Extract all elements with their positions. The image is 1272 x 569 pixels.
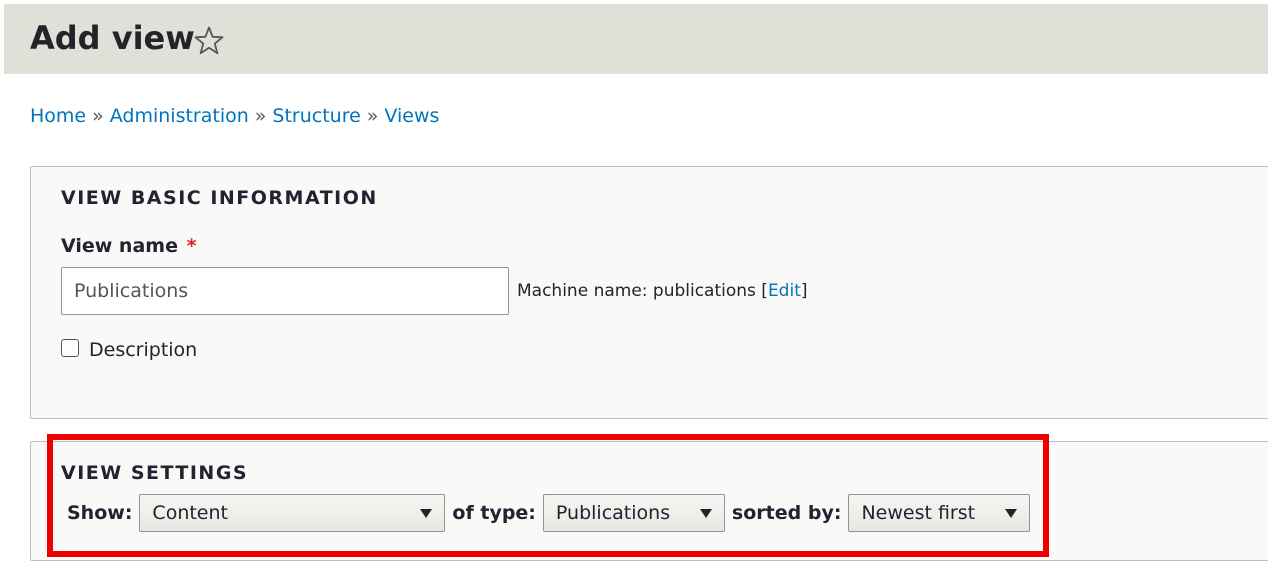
- view-name-label-text: View name: [61, 235, 178, 257]
- of-type-select[interactable]: Publications: [542, 494, 725, 532]
- sorted-by-select[interactable]: Newest first: [848, 494, 1031, 532]
- breadcrumb-home-link[interactable]: Home: [30, 105, 86, 127]
- machine-name-edit-link[interactable]: Edit: [768, 281, 801, 301]
- machine-name-suffix: ]: [800, 281, 808, 301]
- page-title: Add view: [30, 19, 195, 57]
- breadcrumb-separator: »: [366, 105, 379, 127]
- show-label: Show:: [67, 502, 133, 524]
- fieldset-legend: VIEW SETTINGS: [61, 462, 249, 484]
- show-select-value: Content: [152, 502, 228, 524]
- view-settings-fieldset: VIEW SETTINGS Show: Content of type: Pub…: [30, 441, 1268, 561]
- description-checkbox[interactable]: [61, 339, 79, 357]
- page-header: Add view: [4, 4, 1268, 74]
- sorted-by-select-value: Newest first: [861, 502, 976, 524]
- breadcrumb: Home» Administration» Structure» Views: [30, 104, 439, 128]
- view-name-label: View name *: [61, 235, 197, 257]
- triangle-down-icon: [420, 509, 433, 518]
- show-select[interactable]: Content: [139, 494, 446, 532]
- breadcrumb-administration-link[interactable]: Administration: [110, 105, 249, 127]
- description-checkbox-label[interactable]: Description: [89, 339, 197, 361]
- machine-name-text: Machine name: publications [Edit]: [517, 281, 808, 301]
- breadcrumb-views-link[interactable]: Views: [384, 105, 439, 127]
- breadcrumb-structure-link[interactable]: Structure: [272, 105, 360, 127]
- description-checkbox-row[interactable]: Description: [61, 339, 197, 361]
- star-outline-icon[interactable]: [193, 25, 225, 57]
- fieldset-legend: VIEW BASIC INFORMATION: [61, 187, 378, 209]
- view-basic-information-fieldset: VIEW BASIC INFORMATION View name * Machi…: [30, 166, 1268, 419]
- of-type-select-value: Publications: [555, 502, 671, 524]
- triangle-down-icon: [699, 509, 712, 518]
- breadcrumb-separator: »: [92, 105, 104, 127]
- machine-name-prefix: Machine name: publications [: [517, 281, 768, 301]
- required-marker: *: [186, 235, 197, 257]
- page-frame: Add view Home» Administration» Structure» V…: [4, 4, 1268, 565]
- sorted-by-label: sorted by:: [731, 502, 842, 524]
- view-settings-row: Show: Content of type: Publications sort…: [67, 494, 1037, 532]
- of-type-label: of type:: [452, 502, 536, 524]
- breadcrumb-separator: »: [254, 105, 267, 127]
- view-name-input[interactable]: [61, 267, 509, 315]
- triangle-down-icon: [1005, 509, 1018, 518]
